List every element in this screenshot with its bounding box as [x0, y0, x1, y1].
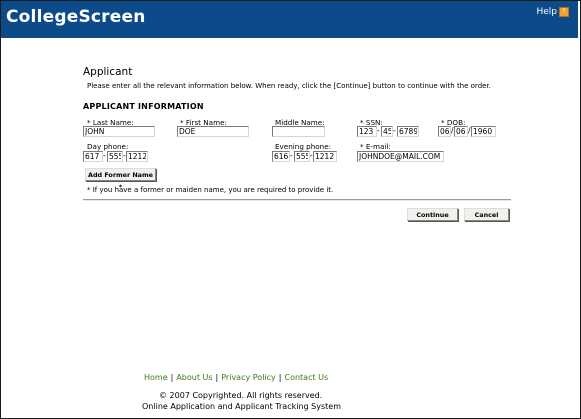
- page-title: Applicant: [83, 66, 133, 78]
- ssn-part2-input[interactable]: [381, 126, 393, 137]
- evening-phone-area-input[interactable]: [272, 151, 290, 162]
- ssn-dash-1: -: [377, 126, 380, 135]
- evening-phone-dash-1: -: [290, 151, 293, 160]
- day-phone-line-input[interactable]: [126, 151, 148, 162]
- day-phone-label: Day phone:: [87, 142, 129, 151]
- email-input[interactable]: [357, 151, 444, 162]
- dob-year-input[interactable]: [471, 126, 496, 137]
- footer-link-contact-us[interactable]: Contact Us: [284, 373, 328, 382]
- ssn-part3-input[interactable]: [397, 126, 419, 137]
- ssn-part1-input[interactable]: [357, 126, 377, 137]
- dob-day-input[interactable]: [454, 126, 468, 137]
- evening-phone-label: Evening phone:: [275, 142, 332, 151]
- first-name-input[interactable]: [177, 126, 249, 137]
- footer-link-home[interactable]: Home: [144, 373, 168, 382]
- help-label[interactable]: Help: [536, 7, 557, 17]
- middle-name-input[interactable]: [272, 126, 325, 137]
- footer-link-about-us[interactable]: About Us: [176, 373, 212, 382]
- help-icon[interactable]: ?: [559, 7, 569, 17]
- email-label: * E-mail:: [360, 142, 391, 151]
- evening-phone-line-input[interactable]: [313, 151, 337, 162]
- day-phone-area-input[interactable]: [83, 151, 103, 162]
- day-phone-dash-1: -: [103, 151, 106, 160]
- instructions-text: Please enter all the relevant informatio…: [87, 82, 491, 90]
- brand-logo: CollegeScreen: [6, 7, 146, 27]
- evening-phone-prefix-input[interactable]: [294, 151, 310, 162]
- help-link[interactable]: Help ?: [536, 7, 569, 17]
- ssn-dash-2: -: [393, 126, 396, 135]
- footer-link-privacy-policy[interactable]: Privacy Policy: [221, 373, 276, 382]
- day-phone-prefix-input[interactable]: [107, 151, 123, 162]
- footer-nav: Home | About Us | Privacy Policy | Contact Us: [144, 373, 328, 382]
- header-bar: CollegeScreen Help ?: [1, 1, 578, 38]
- tagline-text: Online Application and Applicant Trackin…: [142, 402, 341, 411]
- footer-separator: |: [278, 373, 282, 382]
- cancel-button[interactable]: Cancel: [464, 208, 509, 221]
- former-name-note: * If you have a former or maiden name, y…: [87, 186, 334, 194]
- add-former-name-button[interactable]: Add Former Name *: [85, 168, 156, 191]
- dob-month-input[interactable]: [438, 126, 451, 137]
- divider: [83, 199, 511, 201]
- last-name-input[interactable]: [83, 126, 155, 137]
- section-title: APPLICANT INFORMATION: [83, 102, 204, 111]
- footer-separator: |: [170, 373, 174, 382]
- footer-separator: |: [215, 373, 219, 382]
- copyright-text: © 2007 Copyrighted. All rights reserved.: [159, 391, 323, 400]
- continue-button[interactable]: Continue: [407, 208, 458, 221]
